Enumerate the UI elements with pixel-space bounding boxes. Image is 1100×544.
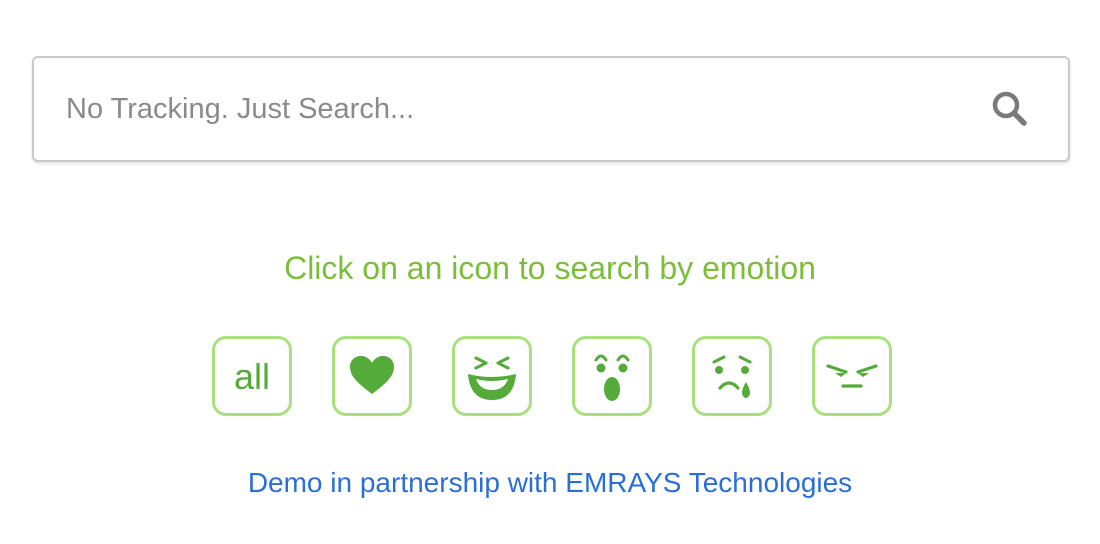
angry-face-icon xyxy=(826,364,878,388)
search-button[interactable] xyxy=(970,58,1050,160)
emotion-anger-button[interactable] xyxy=(812,336,892,416)
emotion-joy-button[interactable] xyxy=(452,336,532,416)
partner-link[interactable]: Demo in partnership with EMRAYS Technolo… xyxy=(0,467,1100,499)
heart-icon xyxy=(350,356,394,394)
page: Click on an icon to search by emotion al… xyxy=(0,0,1100,544)
search-input[interactable] xyxy=(34,58,970,160)
emotion-all-label: all xyxy=(233,356,271,397)
emotion-surprise-button[interactable] xyxy=(572,336,652,416)
laughing-face-icon xyxy=(468,356,516,400)
search-bar xyxy=(32,56,1070,162)
emotion-love-button[interactable] xyxy=(332,336,412,416)
emotion-buttons: all xyxy=(212,336,892,416)
search-icon xyxy=(992,91,1027,126)
crying-face-icon xyxy=(712,355,752,398)
emotion-sadness-button[interactable] xyxy=(692,336,772,416)
emotion-all-button[interactable]: all xyxy=(212,336,292,416)
emotion-prompt: Click on an icon to search by emotion xyxy=(284,250,816,286)
surprised-face-icon xyxy=(594,354,630,401)
